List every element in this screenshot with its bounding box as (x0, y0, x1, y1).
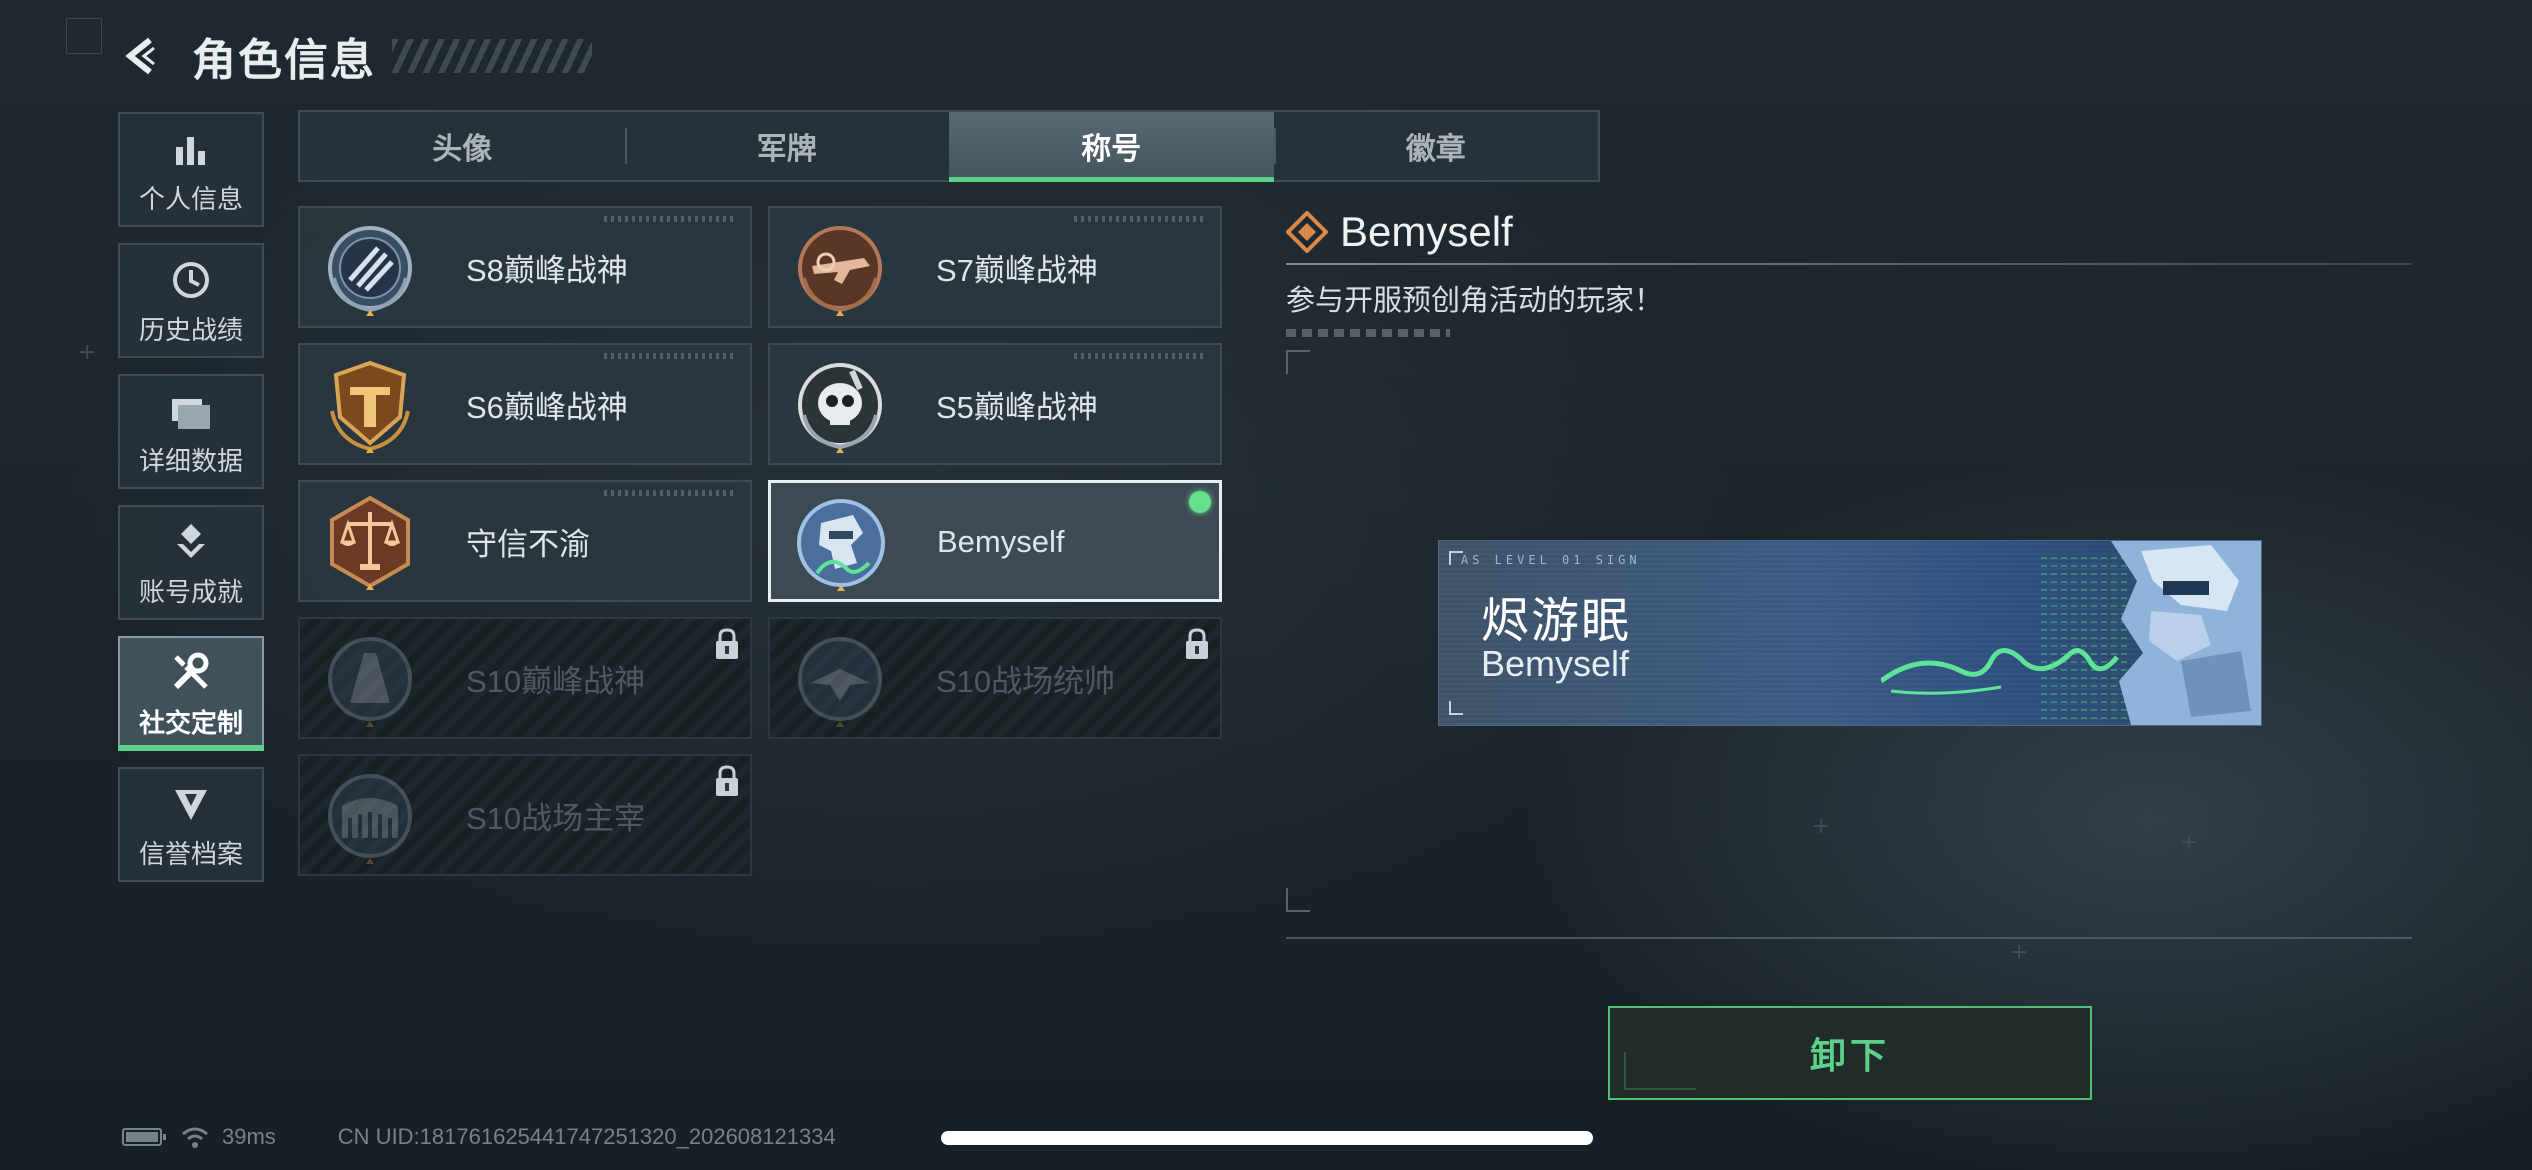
sidebar-item-label: 详细数据 (138, 446, 243, 476)
nameplate-player-name: 烬游眠 (1481, 595, 1632, 648)
scales-emblem-icon (330, 495, 410, 590)
sidebar-item-details[interactable]: 详细数据 (118, 374, 264, 489)
soldier-signature-emblem-icon (797, 499, 885, 591)
sidebar-item-history[interactable]: 历史战绩 (118, 243, 264, 358)
divider (1286, 937, 2412, 939)
lock-icon (716, 765, 738, 796)
soldier-signature-art-icon (1881, 541, 2261, 725)
sidebar-item-profile[interactable]: 个人信息 (118, 112, 264, 227)
back-button[interactable] (118, 32, 166, 80)
tower-emblem-icon (328, 637, 412, 727)
title-name: S10战场主宰 (466, 800, 646, 836)
cross-mark: + (78, 340, 97, 365)
title-detail-panel: Bemyself 参与开服预创角活动的玩家！ (1286, 205, 2412, 337)
button-decoration (1624, 1052, 1696, 1090)
page-title: 角色信息 (192, 36, 376, 85)
cross-mark: + (2180, 830, 2199, 855)
battery-icon (122, 1128, 166, 1146)
colosseum-emblem-icon (328, 774, 412, 864)
sidebar-item-label: 历史战绩 (138, 315, 243, 345)
sidebar-item-label: 信誉档案 (138, 839, 243, 869)
sidebar-item-achievements[interactable]: 账号成就 (118, 505, 264, 620)
gold-shield-emblem-icon (330, 360, 410, 453)
side-nav: 个人信息 历史战绩 详细数据 账号成就 社交定制 信誉档案 (118, 112, 266, 898)
title-card[interactable]: S8巅峰战神 (298, 206, 752, 328)
sidebar-item-label: 账号成就 (138, 577, 243, 607)
tab-badge[interactable]: 徽章 (1273, 112, 1599, 180)
page-header: 角色信息 (118, 28, 592, 85)
sidebar-item-label: 个人信息 (138, 184, 243, 214)
title-card[interactable]: 守信不渝 (298, 480, 752, 602)
tools-icon (170, 647, 212, 693)
title-name: S6巅峰战神 (466, 389, 628, 425)
bronze-gun-emblem-icon (798, 226, 882, 316)
detail-description: 参与开服预创角活动的玩家！ (1286, 285, 1664, 317)
title-card-selected[interactable]: Bemyself (768, 480, 1222, 602)
bar-chart-icon (172, 123, 210, 169)
sidebar-item-social-custom[interactable]: 社交定制 (118, 636, 264, 751)
title-name: S5巅峰战神 (936, 389, 1098, 425)
detail-title: Bemyself (1340, 208, 1513, 255)
back-arrow-icon (125, 37, 155, 75)
unequip-button-label: 卸下 (1809, 1035, 1890, 1076)
detail-subtext-decoration (1286, 329, 1450, 337)
blue-wings-emblem-icon (328, 226, 412, 316)
skull-emblem-icon (798, 363, 882, 453)
lock-icon (1186, 628, 1208, 659)
tab-dogtag[interactable]: 军牌 (624, 112, 950, 180)
title-card-locked[interactable]: S10巅峰战神 (298, 617, 752, 739)
unequip-button[interactable]: 卸下 (1608, 1006, 2092, 1100)
title-card[interactable]: S7巅峰战神 (768, 206, 1222, 328)
cross-mark: + (1812, 814, 1831, 839)
sidebar-item-label: 社交定制 (138, 708, 243, 738)
ping-value: 39ms (222, 1124, 276, 1149)
title-card-locked[interactable]: S10战场主宰 (298, 754, 752, 876)
uid-text: CN UID:18176162544174725132​0_2026081213… (337, 1124, 836, 1149)
tab-title[interactable]: 称号 (949, 112, 1274, 182)
title-name: S10巅峰战神 (466, 663, 646, 699)
nameplate-preview: AS LEVEL 01 SIGN 烬游眠 Bemyself (1438, 540, 2262, 726)
wifi-icon (182, 1127, 208, 1148)
frame-corner (1286, 888, 1310, 912)
home-indicator[interactable] (941, 1131, 1593, 1145)
title-card[interactable]: S5巅峰战神 (768, 343, 1222, 465)
title-name: S10战场统帅 (936, 663, 1116, 699)
medal-icon (171, 516, 211, 562)
title-decoration (392, 39, 592, 73)
card-decoration (604, 490, 734, 496)
equipped-indicator (1189, 491, 1211, 513)
detail-header: Bemyself (1286, 205, 2412, 259)
diamond-rank-icon (1286, 211, 1328, 253)
nameplate-title: Bemyself (1481, 643, 1630, 684)
lock-icon (716, 628, 738, 659)
title-name: S8巅峰战神 (466, 252, 628, 288)
nameplate-code: AS LEVEL 01 SIGN (1461, 553, 1641, 567)
title-name: Bemyself (937, 524, 1065, 559)
clock-icon (171, 254, 211, 300)
title-card[interactable]: S6巅峰战神 (298, 343, 752, 465)
tab-avatar[interactable]: 头像 (300, 112, 625, 180)
divider (1286, 263, 2412, 265)
shield-badge-icon (171, 778, 211, 824)
tab-bar: 头像 军牌 称号 徽章 (298, 110, 1600, 182)
nameplate-corner (1449, 701, 1463, 715)
jet-emblem-icon (798, 637, 882, 727)
frame-corner (1286, 350, 1310, 374)
title-card-locked[interactable]: S10战场统帅 (768, 617, 1222, 739)
title-name: 守信不渝 (466, 526, 590, 562)
title-name: S7巅峰战神 (936, 252, 1098, 288)
status-bar: 39ms CN UID:18176162544174725132​0_20260… (122, 1120, 836, 1154)
cross-mark: + (2010, 940, 2029, 965)
sidebar-item-reputation[interactable]: 信誉档案 (118, 767, 264, 882)
folder-icon (170, 385, 212, 431)
frame-square (66, 18, 102, 54)
nameplate-corner (1449, 551, 1463, 565)
